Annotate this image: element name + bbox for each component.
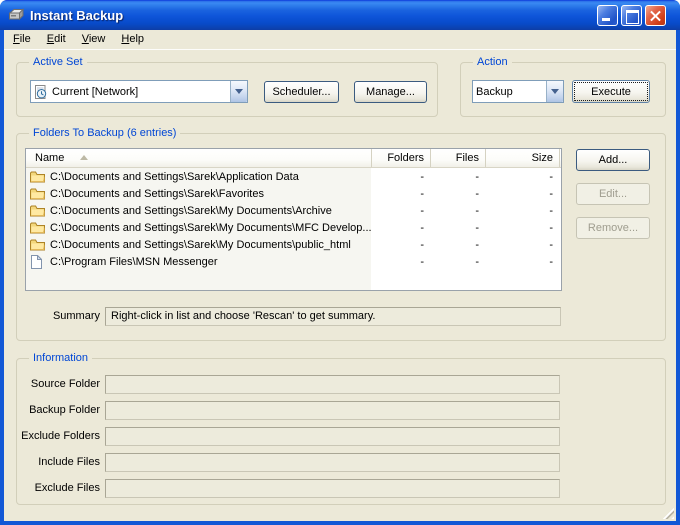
source-folder-field (105, 375, 560, 394)
backup-folder-label: Backup Folder (12, 404, 100, 416)
list-header: Name Folders Files Size (26, 149, 561, 168)
close-button[interactable] (645, 5, 666, 26)
include-files-label: Include Files (12, 456, 100, 468)
folder-icon (30, 187, 46, 201)
table-row[interactable]: C:\Documents and Settings\Sarek\Favorite… (26, 185, 561, 202)
folder-icon (30, 170, 46, 184)
summary-field: Right-click in list and choose 'Rescan' … (105, 307, 561, 326)
cell-name: C:\Documents and Settings\Sarek\Applicat… (26, 170, 372, 184)
active-set-combo-dropdown[interactable] (230, 81, 247, 102)
cell-files: - (431, 239, 486, 251)
exclude-folders-field (105, 427, 560, 446)
column-header-size[interactable]: Size (486, 149, 560, 167)
folders-list[interactable]: Name Folders Files Size C:\Documents and… (25, 148, 562, 291)
active-set-group-label: Active Set (29, 56, 87, 68)
folders-group-label: Folders To Backup (6 entries) (29, 127, 180, 139)
cell-folders: - (372, 222, 431, 234)
exclude-folders-label: Exclude Folders (12, 430, 100, 442)
source-folder-label: Source Folder (12, 378, 100, 390)
cell-folders: - (372, 171, 431, 183)
window-controls (594, 5, 666, 26)
include-files-field (105, 453, 560, 472)
folder-path: C:\Documents and Settings\Sarek\My Docum… (50, 222, 372, 234)
remove-button[interactable]: Remove... (576, 217, 650, 239)
cell-name: C:\Documents and Settings\Sarek\My Docum… (26, 221, 372, 235)
backup-folder-field (105, 401, 560, 420)
chevron-down-icon (235, 89, 243, 94)
cell-size: - (486, 239, 560, 251)
cell-folders: - (372, 256, 431, 268)
minimize-button[interactable] (597, 5, 618, 26)
folder-icon (30, 238, 46, 252)
cell-files: - (431, 256, 486, 268)
table-row[interactable]: C:\Documents and Settings\Sarek\Applicat… (26, 168, 561, 185)
folder-path: C:\Documents and Settings\Sarek\Favorite… (50, 188, 264, 200)
folder-path: C:\Documents and Settings\Sarek\Applicat… (50, 171, 299, 183)
folder-list-rows[interactable]: C:\Documents and Settings\Sarek\Applicat… (26, 168, 561, 290)
client-area: File Edit View Help Active Set Current [… (4, 30, 676, 521)
summary-label: Summary (12, 310, 100, 322)
execute-button[interactable]: Execute (572, 80, 650, 103)
menu-file[interactable]: File (5, 30, 39, 49)
column-header-folders[interactable]: Folders (372, 149, 431, 167)
cell-name: C:\Documents and Settings\Sarek\Favorite… (26, 187, 372, 201)
manage-button[interactable]: Manage... (354, 81, 427, 103)
resize-grip[interactable] (660, 505, 674, 519)
table-row[interactable]: C:\Documents and Settings\Sarek\My Docum… (26, 236, 561, 253)
cell-size: - (486, 205, 560, 217)
app-window: Instant Backup File Edit View Help Activ… (0, 0, 680, 525)
cell-size: - (486, 171, 560, 183)
add-button[interactable]: Add... (576, 149, 650, 171)
cell-files: - (431, 188, 486, 200)
action-combo[interactable]: Backup (472, 80, 564, 103)
menu-bar: File Edit View Help (4, 30, 676, 50)
scheduler-button[interactable]: Scheduler... (264, 81, 339, 103)
exclude-files-field (105, 479, 560, 498)
cell-folders: - (372, 188, 431, 200)
backup-set-icon (34, 85, 48, 99)
cell-size: - (486, 256, 560, 268)
folder-icon (30, 204, 46, 218)
cell-size: - (486, 188, 560, 200)
cell-folders: - (372, 205, 431, 217)
cell-files: - (431, 205, 486, 217)
table-row[interactable]: C:\Documents and Settings\Sarek\My Docum… (26, 219, 561, 236)
cell-name: C:\Documents and Settings\Sarek\My Docum… (26, 204, 372, 218)
file-icon (30, 255, 46, 269)
cell-name: C:\Documents and Settings\Sarek\My Docum… (26, 238, 372, 252)
folder-path: C:\Documents and Settings\Sarek\My Docum… (50, 239, 351, 251)
exclude-files-label: Exclude Files (12, 482, 100, 494)
cell-name: C:\Program Files\MSN Messenger (26, 255, 372, 269)
cell-folders: - (372, 239, 431, 251)
maximize-button[interactable] (621, 5, 642, 26)
folder-path: C:\Program Files\MSN Messenger (50, 256, 218, 268)
table-row[interactable]: C:\Documents and Settings\Sarek\My Docum… (26, 202, 561, 219)
menu-edit[interactable]: Edit (39, 30, 74, 49)
column-header-name[interactable]: Name (26, 149, 372, 167)
folder-icon (30, 221, 46, 235)
cell-size: - (486, 222, 560, 234)
sort-ascending-icon (80, 155, 88, 160)
active-set-combo[interactable]: Current [Network] (30, 80, 248, 103)
cell-files: - (431, 222, 486, 234)
cell-files: - (431, 171, 486, 183)
window-title: Instant Backup (30, 8, 123, 23)
action-combo-value: Backup (476, 86, 513, 98)
active-set-combo-value: Current [Network] (52, 86, 138, 98)
column-header-files[interactable]: Files (431, 149, 486, 167)
action-group-label: Action (473, 56, 512, 68)
table-row[interactable]: C:\Program Files\MSN Messenger--- (26, 253, 561, 270)
app-drive-icon (7, 8, 25, 23)
chevron-down-icon (551, 89, 559, 94)
information-group-label: Information (29, 352, 92, 364)
menu-help[interactable]: Help (113, 30, 152, 49)
menu-view[interactable]: View (74, 30, 114, 49)
edit-button[interactable]: Edit... (576, 183, 650, 205)
titlebar[interactable]: Instant Backup (0, 0, 680, 30)
action-combo-dropdown[interactable] (546, 81, 563, 102)
folder-path: C:\Documents and Settings\Sarek\My Docum… (50, 205, 332, 217)
